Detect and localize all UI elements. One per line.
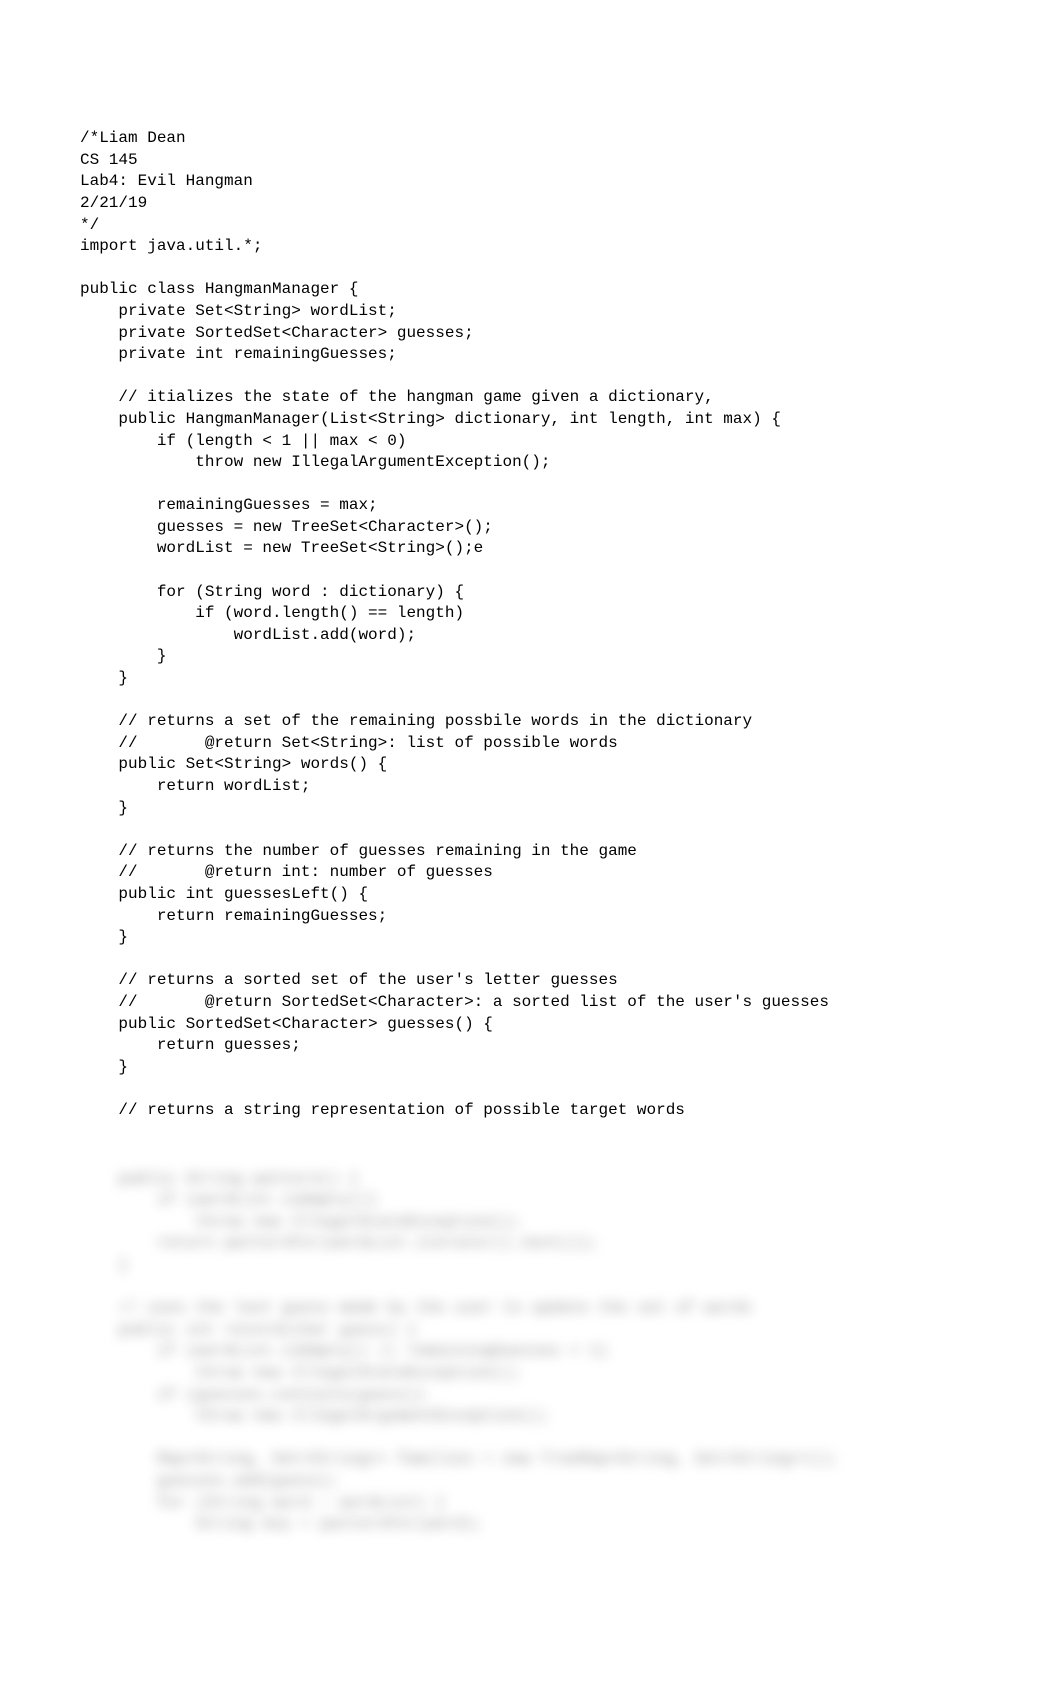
code-line [80,258,982,280]
code-line: return remainingGuesses; [80,906,982,928]
code-line: private SortedSet<Character> guesses; [80,323,982,345]
code-line [80,366,982,388]
blurred-line: for (String word : wordList) { [80,1493,982,1515]
code-line: */ [80,215,982,237]
blurred-line: Map<String, Set<String>> families = new … [80,1449,982,1471]
blurred-line [80,1428,982,1450]
code-line: return guesses; [80,1035,982,1057]
blurred-line: } [80,1255,982,1277]
code-line [80,474,982,496]
code-line: 2/21/19 [80,193,982,215]
code-line [80,560,982,582]
code-line [80,819,982,841]
blurred-line: return patternFor(wordList.iterator().ne… [80,1233,982,1255]
blurred-line: String key = patternFor(word); [80,1514,982,1536]
code-line: // itializes the state of the hangman ga… [80,387,982,409]
code-line: // @return SortedSet<Character>: a sorte… [80,992,982,1014]
code-line: CS 145 [80,150,982,172]
code-line: public int guessesLeft() { [80,884,982,906]
blurred-line: if (wordList.isEmpty() || remainingGuess… [80,1341,982,1363]
code-line: } [80,646,982,668]
code-line: remainingGuesses = max; [80,495,982,517]
code-line: // returns a string representation of po… [80,1100,982,1122]
code-line: public class HangmanManager { [80,279,982,301]
code-line: // @return int: number of guesses [80,862,982,884]
code-line: import java.util.*; [80,236,982,258]
blurred-line: if (wordList.isEmpty()) [80,1190,982,1212]
code-line: } [80,668,982,690]
blurred-line: throw new IllegalStateException(); [80,1363,982,1385]
code-line: public Set<String> words() { [80,754,982,776]
blurred-line: // uses the last guess made by the user … [80,1298,982,1320]
code-line: } [80,927,982,949]
blurred-line: guesses.add(guess); [80,1471,982,1493]
code-line: Lab4: Evil Hangman [80,171,982,193]
blurred-line [80,1277,982,1299]
code-line: return wordList; [80,776,982,798]
blurred-preview: public String pattern() { if (wordList.i… [80,1169,982,1536]
blurred-line: if (guesses.contains(guess)) [80,1385,982,1407]
code-line: if (word.length() == length) [80,603,982,625]
code-line: wordList = new TreeSet<String>();e [80,538,982,560]
code-line: if (length < 1 || max < 0) [80,431,982,453]
code-line: public HangmanManager(List<String> dicti… [80,409,982,431]
blurred-line: throw new IllegalStateException(); [80,1212,982,1234]
code-line: } [80,1057,982,1079]
blurred-line: public String pattern() { [80,1169,982,1191]
code-line: // returns the number of guesses remaini… [80,841,982,863]
code-line: // returns a set of the remaining possbi… [80,711,982,733]
code-line: // returns a sorted set of the user's le… [80,970,982,992]
code-line [80,1078,982,1100]
code-line: for (String word : dictionary) { [80,582,982,604]
code-line: // @return Set<String>: list of possible… [80,733,982,755]
code-line: private Set<String> wordList; [80,301,982,323]
blurred-line: throw new IllegalArgumentException(); [80,1406,982,1428]
code-line: private int remainingGuesses; [80,344,982,366]
code-line: throw new IllegalArgumentException(); [80,452,982,474]
code-line: guesses = new TreeSet<Character>(); [80,517,982,539]
code-line: } [80,798,982,820]
code-line [80,949,982,971]
code-line: public SortedSet<Character> guesses() { [80,1014,982,1036]
code-line [80,690,982,712]
code-line: /*Liam Dean [80,128,982,150]
document-page: /*Liam DeanCS 145Lab4: Evil Hangman2/21/… [0,0,1062,1617]
blurred-line: public int record(char guess) { [80,1320,982,1342]
code-block: /*Liam DeanCS 145Lab4: Evil Hangman2/21/… [80,128,982,1121]
code-line: wordList.add(word); [80,625,982,647]
